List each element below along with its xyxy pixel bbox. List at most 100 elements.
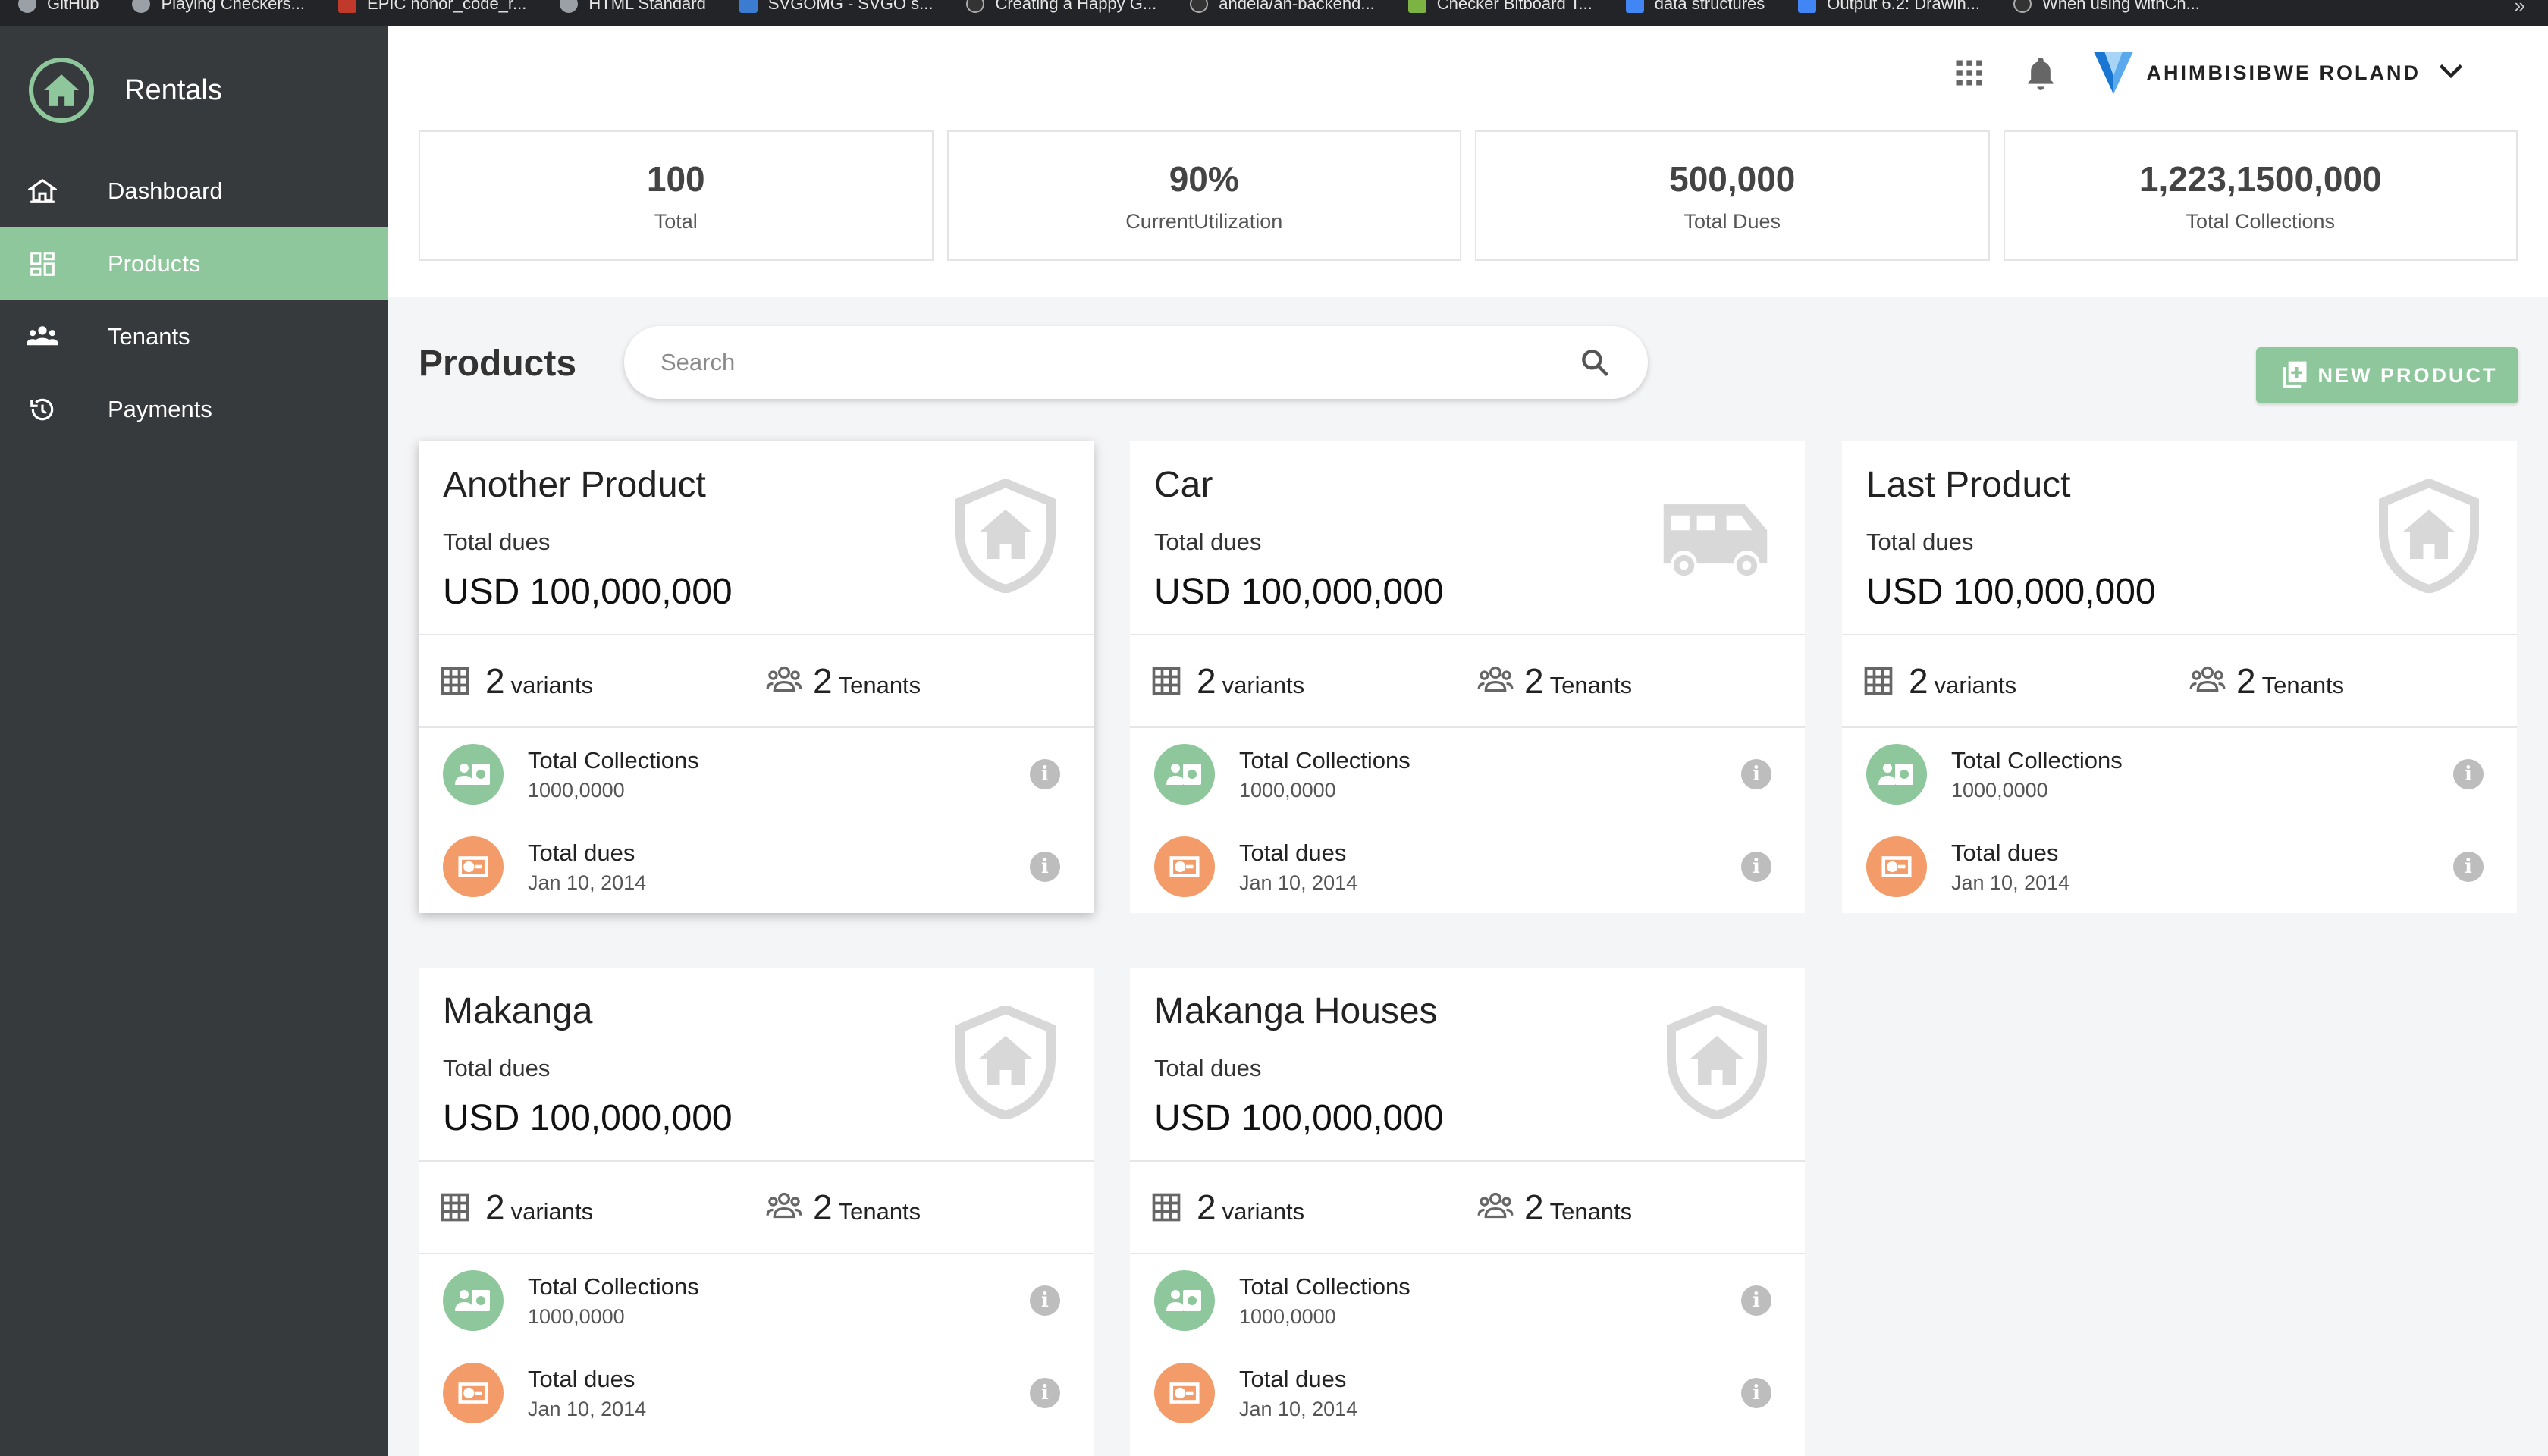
tenants-label: Tenants bbox=[2261, 672, 2345, 698]
money-icon bbox=[1866, 836, 1927, 897]
collections-label: Total Collections bbox=[528, 746, 699, 774]
collections-row[interactable]: Total Collections 1000,0000 i bbox=[1130, 1254, 1805, 1347]
variants-count[interactable]: 2 variants bbox=[438, 661, 766, 701]
info-icon[interactable]: i bbox=[1030, 759, 1060, 789]
variants-count[interactable]: 2 variants bbox=[438, 1187, 766, 1228]
product-card[interactable]: Another Product Total dues USD 100,000,0… bbox=[419, 441, 1094, 913]
info-icon[interactable]: i bbox=[1741, 1285, 1771, 1316]
bookmark[interactable]: When using withCh... bbox=[2013, 0, 2200, 14]
user-name[interactable]: AHIMBISIBWE ROLAND bbox=[2147, 61, 2421, 85]
info-icon[interactable]: i bbox=[1030, 1285, 1060, 1316]
bookmark[interactable]: Checker Bitboard T... bbox=[1407, 0, 1592, 14]
variants-count[interactable]: 2 variants bbox=[1150, 1187, 1477, 1228]
info-icon[interactable]: i bbox=[1030, 852, 1060, 882]
collections-icon bbox=[443, 744, 504, 805]
search-icon[interactable] bbox=[1578, 346, 1611, 379]
top-bar: AHIMBISIBWE ROLAND bbox=[388, 26, 2548, 124]
chevron-down-icon[interactable] bbox=[2437, 60, 2465, 86]
bookmark[interactable]: GitHub bbox=[18, 0, 99, 14]
dues-date: Jan 10, 2014 bbox=[1239, 871, 1358, 894]
stat-card: 1,223,1500,000 Total Collections bbox=[2003, 130, 2518, 261]
card-header: Makanga Total dues USD 100,000,000 bbox=[419, 968, 1094, 1162]
collections-row[interactable]: Total Collections 1000,0000 i bbox=[1130, 728, 1805, 821]
table-grid-icon bbox=[1150, 664, 1183, 698]
card-header: Car Total dues USD 100,000,000 bbox=[1130, 441, 1805, 635]
collections-value: 1000,0000 bbox=[1951, 778, 2048, 802]
bookmark[interactable]: Playing Checkers... bbox=[132, 0, 305, 14]
bookmark[interactable]: andela/ah-backend... bbox=[1190, 0, 1375, 14]
tenants-count[interactable]: 2 Tenants bbox=[766, 661, 1094, 701]
truck-icon bbox=[1656, 493, 1778, 607]
new-product-button[interactable]: NEW PRODUCT bbox=[2256, 347, 2518, 403]
bookmarks-bar: GitHub Playing Checkers... EPIC honor_co… bbox=[0, 0, 2548, 26]
variants-number: 2 bbox=[485, 1188, 505, 1227]
variants-label: variants bbox=[510, 672, 594, 698]
tenants-count[interactable]: 2 Tenants bbox=[1477, 661, 1805, 701]
dues-row[interactable]: Total dues Jan 10, 2014 i bbox=[419, 821, 1094, 913]
tenants-count[interactable]: 2 Tenants bbox=[766, 1187, 1094, 1228]
bookmark[interactable]: EPIC honor_code_r... bbox=[338, 0, 526, 14]
people-icon bbox=[1477, 664, 1514, 698]
tenants-count[interactable]: 2 Tenants bbox=[1477, 1187, 1805, 1228]
variants-count[interactable]: 2 variants bbox=[1150, 661, 1477, 701]
bookmark[interactable]: Creating a Happy G... bbox=[966, 0, 1156, 14]
people-icon bbox=[766, 1191, 802, 1224]
dues-row[interactable]: Total dues Jan 10, 2014 i bbox=[419, 1347, 1094, 1439]
apps-grid-icon[interactable] bbox=[1953, 56, 1986, 89]
card-counts: 2 variants 2 Tenants bbox=[419, 1162, 1094, 1254]
bookmark[interactable]: SVGOMG - SVGO s... bbox=[739, 0, 933, 14]
sidebar-item-label: Tenants bbox=[108, 323, 190, 350]
home-logo-icon bbox=[29, 58, 94, 123]
stat-label: Total Dues bbox=[1684, 209, 1781, 233]
product-card[interactable]: Makanga Houses Total dues USD 100,000,00… bbox=[1130, 968, 1805, 1456]
tenants-label: Tenants bbox=[1549, 1198, 1633, 1225]
stats-bar: 100 Total 90% CurrentUtilization 500,000 To… bbox=[388, 124, 2548, 297]
bookmark[interactable]: data structures bbox=[1625, 0, 1765, 14]
collections-row[interactable]: Total Collections 1000,0000 i bbox=[419, 728, 1094, 821]
dues-date: Jan 10, 2014 bbox=[1951, 871, 2070, 894]
bookmark-label: HTML Standard bbox=[588, 0, 706, 13]
variants-label: variants bbox=[1934, 672, 2017, 698]
bookmarks-overflow-icon[interactable]: » bbox=[2515, 0, 2525, 17]
card-header: Makanga Houses Total dues USD 100,000,00… bbox=[1130, 968, 1805, 1162]
collections-row[interactable]: Total Collections 1000,0000 i bbox=[1842, 728, 2517, 821]
dues-row[interactable]: Total dues Jan 10, 2014 i bbox=[1130, 821, 1805, 913]
collections-icon bbox=[1154, 1270, 1215, 1331]
dues-row[interactable]: Total dues Jan 10, 2014 i bbox=[1842, 821, 2517, 913]
brand[interactable]: Rentals bbox=[0, 26, 388, 155]
dues-date: Jan 10, 2014 bbox=[528, 1397, 647, 1420]
info-icon[interactable]: i bbox=[2453, 759, 2484, 789]
product-card[interactable]: Last Product Total dues USD 100,000,000 … bbox=[1842, 441, 2517, 913]
info-icon[interactable]: i bbox=[1030, 1378, 1060, 1408]
table-grid-icon bbox=[1862, 664, 1895, 698]
search-input[interactable] bbox=[661, 349, 1578, 376]
card-counts: 2 variants 2 Tenants bbox=[1130, 635, 1805, 728]
tenants-count[interactable]: 2 Tenants bbox=[2189, 661, 2517, 701]
dues-row[interactable]: Total dues Jan 10, 2014 i bbox=[1130, 1347, 1805, 1439]
page-title: Products bbox=[419, 344, 577, 384]
collections-icon bbox=[443, 1270, 504, 1331]
sidebar-item-tenants[interactable]: Tenants bbox=[0, 300, 388, 373]
collections-row[interactable]: Total Collections 1000,0000 i bbox=[419, 1254, 1094, 1347]
collections-value: 1000,0000 bbox=[528, 1304, 625, 1328]
stat-label: Total Collections bbox=[2186, 209, 2336, 233]
bookmark[interactable]: HTML Standard bbox=[560, 0, 706, 14]
sidebar-item-dashboard[interactable]: Dashboard bbox=[0, 155, 388, 228]
variants-count[interactable]: 2 variants bbox=[1862, 661, 2189, 701]
people-icon bbox=[26, 320, 59, 353]
sidebar-item-payments[interactable]: Payments bbox=[0, 373, 388, 446]
info-icon[interactable]: i bbox=[1741, 852, 1771, 882]
dues-label: Total dues bbox=[1239, 839, 1347, 866]
brand-name: Rentals bbox=[124, 74, 222, 106]
info-icon[interactable]: i bbox=[1741, 1378, 1771, 1408]
info-icon[interactable]: i bbox=[2453, 852, 2484, 882]
info-icon[interactable]: i bbox=[1741, 759, 1771, 789]
product-card[interactable]: Car Total dues USD 100,000,000 2 variants… bbox=[1130, 441, 1805, 913]
bell-icon[interactable] bbox=[2024, 55, 2057, 91]
dues-label: Total dues bbox=[1951, 839, 2059, 866]
bookmark[interactable]: Output 6.2: Drawin... bbox=[1798, 0, 1980, 14]
sidebar-item-products[interactable]: Products bbox=[0, 228, 388, 300]
bookmark-favicon-icon bbox=[1798, 0, 1817, 13]
money-icon bbox=[1154, 1363, 1215, 1423]
product-card[interactable]: Makanga Total dues USD 100,000,000 2 vari… bbox=[419, 968, 1094, 1456]
